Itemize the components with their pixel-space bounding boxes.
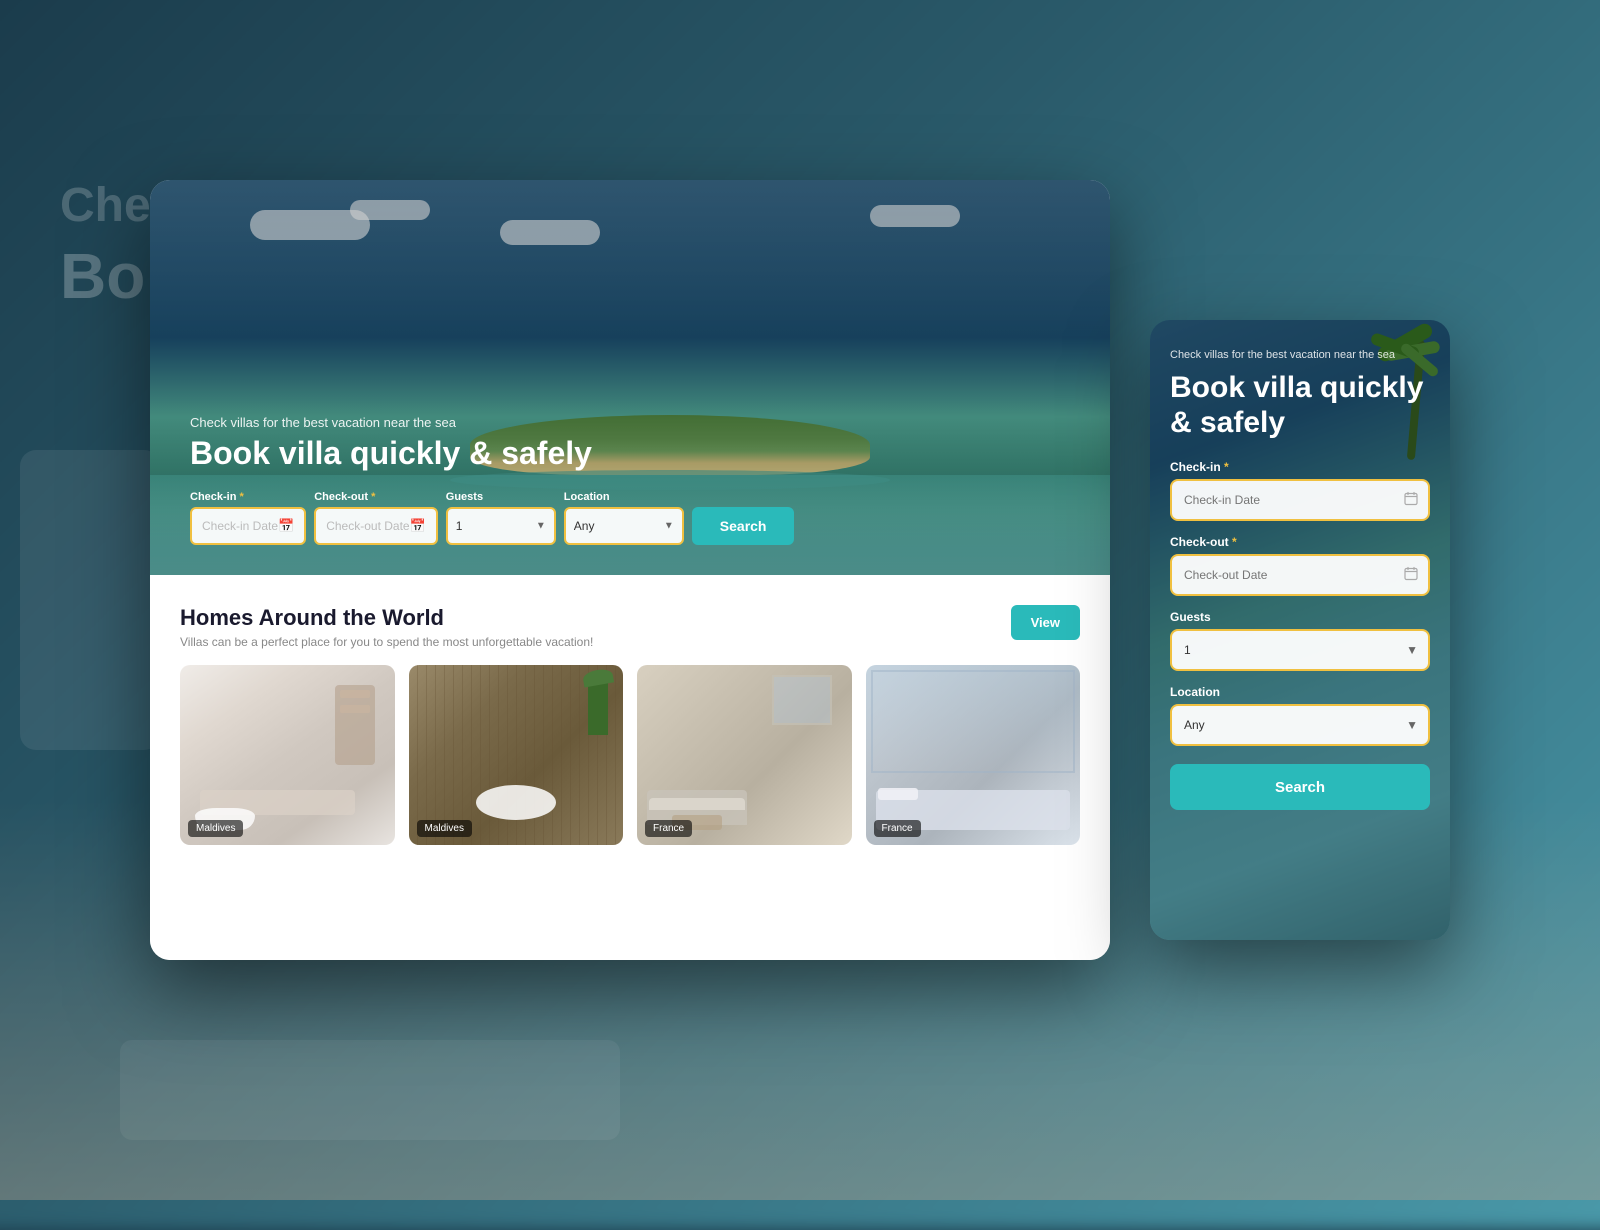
homes-header: Homes Around the World Villas can be a p… — [180, 605, 1080, 649]
main-layout: Check villas for the best vacation near … — [0, 0, 1600, 1200]
hero-title: Book villa quickly & safely — [190, 436, 1070, 471]
checkin-input[interactable]: Check-in Date 📅 — [190, 507, 306, 545]
hero-subtitle: Check villas for the best vacation near … — [190, 415, 1070, 430]
mobile-guests-select[interactable]: 1 2 3 4 5+ — [1170, 629, 1430, 671]
hero-section: Check villas for the best vacation near … — [150, 180, 1110, 575]
checkin-group: Check-in * Check-in Date 📅 — [190, 491, 306, 545]
mobile-checkin-label: Check-in * — [1170, 460, 1430, 474]
property-label-1: Maldives — [188, 820, 243, 837]
checkin-label: Check-in * — [190, 491, 306, 503]
homes-title: Homes Around the World — [180, 605, 593, 631]
mobile-checkin-calendar-icon — [1404, 492, 1418, 509]
search-button-inline[interactable]: Search — [692, 507, 795, 545]
property-card-2[interactable]: Maldives — [409, 665, 624, 845]
desktop-card: Check villas for the best vacation near … — [150, 180, 1110, 960]
location-group: Location Any Maldives France Bali Thaila… — [564, 491, 684, 545]
checkout-group: Check-out * Check-out Date 📅 — [314, 491, 438, 545]
search-btn-group: Search — [692, 507, 795, 545]
mobile-checkout-calendar-icon — [1404, 567, 1418, 584]
mobile-guests-label: Guests — [1170, 610, 1430, 624]
mobile-form-content: Check villas for the best vacation near … — [1150, 320, 1450, 940]
mobile-location-select-wrapper: Any Maldives France Bali Thailand ▼ — [1170, 704, 1430, 746]
property-card-3[interactable]: France — [637, 665, 852, 845]
mobile-location-label: Location — [1170, 685, 1430, 699]
checkout-calendar-icon: 📅 — [410, 518, 426, 534]
checkin-calendar-icon: 📅 — [278, 518, 294, 534]
search-form-inline: Check-in * Check-in Date 📅 Check-out * — [190, 491, 1070, 545]
mobile-checkout-group: Check-out * — [1170, 535, 1430, 596]
guests-group: Guests 1 2 3 4 5+ ▼ — [446, 491, 556, 545]
property-card-1[interactable]: Maldives — [180, 665, 395, 845]
homes-subtitle: Villas can be a perfect place for you to… — [180, 635, 593, 649]
guests-label: Guests — [446, 491, 556, 503]
property-card-4[interactable]: France — [866, 665, 1081, 845]
homes-info: Homes Around the World Villas can be a p… — [180, 605, 593, 649]
mobile-subtitle: Check villas for the best vacation near … — [1170, 348, 1430, 363]
location-select[interactable]: Any Maldives France Bali Thailand — [564, 507, 684, 545]
mobile-location-select[interactable]: Any Maldives France Bali Thailand — [1170, 704, 1430, 746]
mobile-location-group: Location Any Maldives France Bali Thaila… — [1170, 685, 1430, 746]
homes-section: Homes Around the World Villas can be a p… — [150, 575, 1110, 960]
checkout-label: Check-out * — [314, 491, 438, 503]
mobile-checkout-input-wrapper — [1170, 554, 1430, 596]
mobile-title: Book villa quickly & safely — [1170, 371, 1430, 440]
mobile-guests-select-wrapper: 1 2 3 4 5+ ▼ — [1170, 629, 1430, 671]
mobile-guests-group: Guests 1 2 3 4 5+ ▼ — [1170, 610, 1430, 671]
mobile-checkout-label: Check-out * — [1170, 535, 1430, 549]
view-all-button[interactable]: View — [1011, 605, 1080, 640]
property-grid: Maldives Maldives — [180, 665, 1080, 845]
mobile-search-button[interactable]: Search — [1170, 764, 1430, 810]
mobile-checkin-input-wrapper — [1170, 479, 1430, 521]
property-label-3: France — [645, 820, 692, 837]
mobile-checkout-input[interactable] — [1170, 554, 1430, 596]
location-label: Location — [564, 491, 684, 503]
hero-content: Check villas for the best vacation near … — [190, 415, 1070, 545]
property-label-2: Maldives — [417, 820, 472, 837]
checkout-input[interactable]: Check-out Date 📅 — [314, 507, 438, 545]
property-label-4: France — [874, 820, 921, 837]
mobile-checkin-input[interactable] — [1170, 479, 1430, 521]
mobile-checkin-group: Check-in * — [1170, 460, 1430, 521]
guests-select[interactable]: 1 2 3 4 5+ — [446, 507, 556, 545]
mobile-card: Check villas for the best vacation near … — [1150, 320, 1450, 940]
mobile-search-form: Check-in * — [1170, 460, 1430, 920]
